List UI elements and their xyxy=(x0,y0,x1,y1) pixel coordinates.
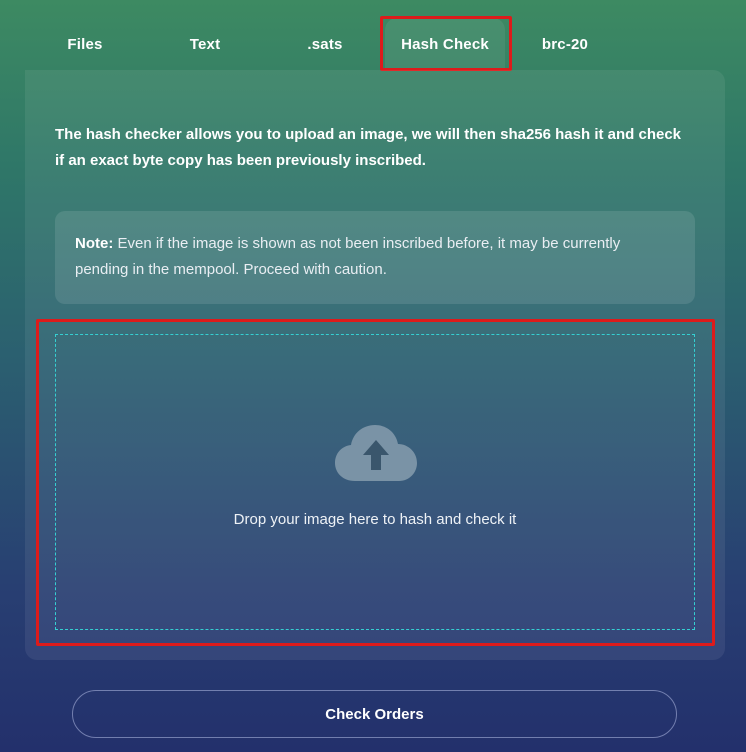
note-text: Even if the image is shown as not been i… xyxy=(75,235,621,278)
intro-text: The hash checker allows you to upload an… xyxy=(55,126,682,169)
tab-hash-check[interactable]: Hash Check xyxy=(385,18,505,70)
cloud-upload-icon xyxy=(335,425,417,481)
note-box: Note: Even if the image is shown as not … xyxy=(55,211,695,304)
tab-files[interactable]: Files xyxy=(25,18,145,70)
tab-bar: Files Text .sats Hash Check brc-20 xyxy=(25,18,625,70)
tab-label: Text xyxy=(189,35,221,53)
tab-sats[interactable]: .sats xyxy=(265,18,385,70)
tab-label: Files xyxy=(67,35,103,53)
tab-brc-20[interactable]: brc-20 xyxy=(505,18,625,70)
tab-label: .sats xyxy=(307,35,343,53)
dropzone-text: Drop your image here to hash and check i… xyxy=(233,511,517,528)
tab-label: brc-20 xyxy=(541,35,589,53)
image-dropzone[interactable]: Drop your image here to hash and check i… xyxy=(55,334,695,630)
tab-label: Hash Check xyxy=(401,35,489,53)
tab-text[interactable]: Text xyxy=(145,18,265,70)
check-orders-button[interactable]: Check Orders xyxy=(72,690,677,738)
note-label: Note: xyxy=(75,235,114,252)
